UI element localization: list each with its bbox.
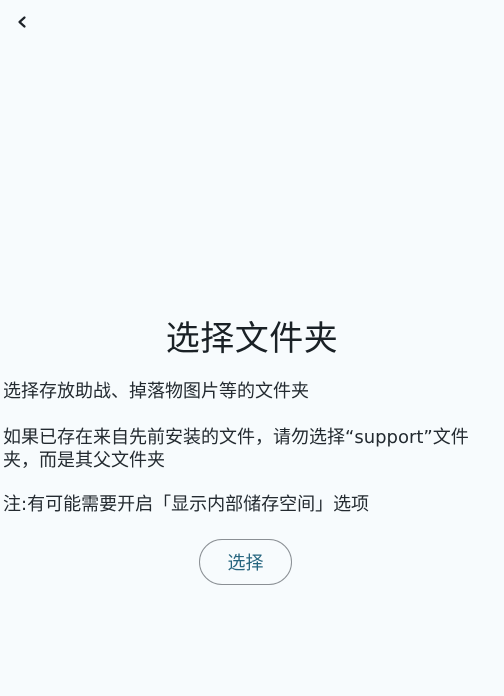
description-text: 选择存放助战、掉落物图片等的文件夹 bbox=[3, 381, 309, 402]
choose-folder-button[interactable]: 选择 bbox=[199, 539, 292, 585]
storage-option-note: 注:有可能需要开启「显示内部储存空间」选项 bbox=[3, 494, 370, 515]
back-button[interactable] bbox=[8, 8, 36, 36]
page-title: 选择文件夹 bbox=[165, 319, 339, 359]
existing-files-note: 如果已存在来自先前安装的文件，请勿选择“support”文件夹，而是其父文件夹 bbox=[3, 427, 469, 471]
chevron-left-icon bbox=[18, 16, 26, 28]
